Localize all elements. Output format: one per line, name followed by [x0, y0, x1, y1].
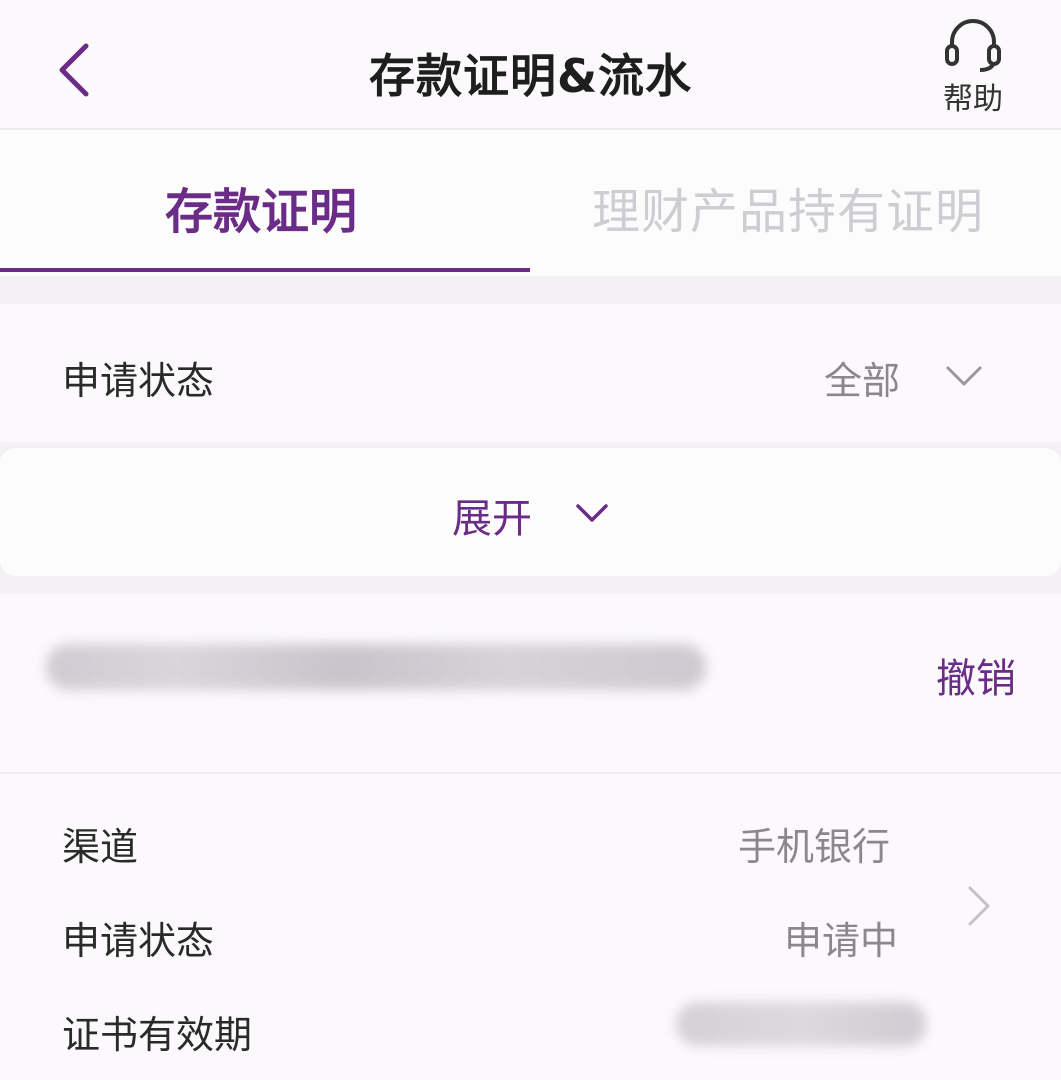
help-label: 帮助 — [943, 82, 1003, 117]
chevron-right-icon — [968, 886, 990, 926]
status-filter-label: 申请状态 — [62, 359, 215, 403]
expand-label: 展开 — [452, 496, 532, 542]
detail-label: 申请状态 — [62, 919, 215, 963]
active-tab-indicator — [0, 268, 530, 272]
nav-bar: 存款证明&流水 帮助 — [0, 0, 1061, 130]
detail-label: 证书有效期 — [62, 1013, 253, 1057]
record-number-blurred — [46, 644, 706, 690]
tab-wealth-product-certificate[interactable]: 理财产品持有证明 — [592, 172, 984, 242]
status-filter-value: 全部 — [824, 359, 901, 403]
detail-label: 渠道 — [62, 825, 139, 869]
page-title: 存款证明&流水 — [368, 49, 693, 103]
chevron-down-icon — [576, 504, 608, 522]
record-card-header: 撤销 — [0, 594, 1061, 774]
chevron-down-icon — [946, 366, 982, 386]
revoke-button[interactable]: 撤销 — [936, 646, 1016, 704]
detail-value: 手机银行 — [738, 825, 891, 869]
detail-value: 申请中 — [784, 919, 899, 963]
tab-deposit-certificate[interactable]: 存款证明 — [165, 172, 357, 242]
status-filter-row[interactable]: 申请状态 全部 — [0, 304, 1061, 442]
validity-date-blurred — [676, 1002, 926, 1046]
tab-bar: 存款证明 理财产品持有证明 — [0, 130, 1061, 276]
record-card-body[interactable]: 渠道 手机银行 申请状态 申请中 证书有效期 — [0, 774, 1061, 1080]
headset-icon — [945, 19, 1001, 72]
help-button[interactable]: 帮助 — [928, 16, 1018, 120]
expand-button[interactable]: 展开 — [0, 446, 1061, 576]
